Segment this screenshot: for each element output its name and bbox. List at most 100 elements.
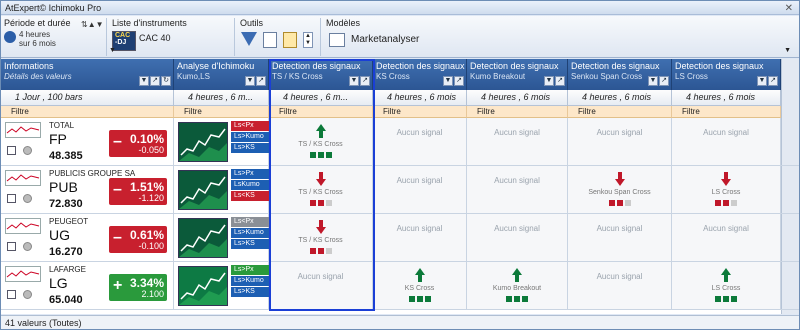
row-checkbox[interactable] — [7, 242, 16, 251]
signal-cell[interactable]: Aucun signal — [373, 118, 467, 165]
column-header-kumo[interactable]: Detection des signaux Kumo Breakout ▼ ↗ — [467, 59, 568, 90]
sort-arrows-icon[interactable]: ⇅▲▼ — [81, 20, 104, 29]
ichimoku-tag: Ls<Px — [231, 121, 269, 131]
signal-cell[interactable]: TS / KS Cross — [269, 118, 373, 165]
last-price: 16.270 — [49, 246, 83, 258]
row-checkbox[interactable] — [7, 290, 16, 299]
ichimoku-cell[interactable]: Ls<Px Ls>Kumo Ls>KS — [174, 214, 269, 261]
ichimoku-tags: Ls<Px Ls>Kumo Ls>KS — [231, 121, 269, 154]
signal-cell[interactable]: Aucun signal — [568, 214, 672, 261]
table-row[interactable]: PUBLICIS GROUPE SA PUB 72.830 – 1.51% -1… — [1, 166, 799, 214]
setting-ts-ks[interactable]: 4 heures , 6 m... — [269, 90, 373, 106]
signal-cell[interactable]: LS Cross — [672, 262, 781, 309]
chevron-down-icon[interactable]: ▼ — [784, 47, 791, 54]
models-group[interactable]: Modèles Marketanalyser ▼ — [323, 18, 797, 56]
filter-icon[interactable]: ▼ — [544, 76, 554, 86]
model-value: Marketanalyser — [351, 34, 420, 45]
arrow-icon[interactable]: ↗ — [256, 76, 266, 86]
filter-icon[interactable]: ▼ — [349, 76, 359, 86]
signal-cell[interactable]: Aucun signal — [672, 118, 781, 165]
setting-kumo[interactable]: 4 heures , 6 mois — [467, 90, 568, 106]
filter-icon[interactable]: ▼ — [245, 76, 255, 86]
row-checkbox[interactable] — [7, 194, 16, 203]
export-icon[interactable] — [283, 32, 297, 48]
signal-cell[interactable]: TS / KS Cross — [269, 214, 373, 261]
column-header-informations[interactable]: Informations Détails des valeurs ▼ ↗ ↻ — [1, 59, 174, 90]
info-cell[interactable]: PEUGEOT UG 16.270 – 0.61% -0.100 — [1, 214, 174, 261]
instruments-group[interactable]: Liste d'instruments CAC -DJ CAC 40 ▼ — [109, 18, 235, 56]
ichimoku-cell[interactable]: Ls>Px Ls>Kumo Ls>KS — [174, 262, 269, 309]
filter-icon[interactable] — [241, 32, 257, 46]
signal-cell[interactable]: KS Cross — [373, 262, 467, 309]
close-icon[interactable]: ✕ — [785, 2, 793, 16]
signal-cell[interactable]: Aucun signal — [568, 118, 672, 165]
tools-group[interactable]: Outils ▲ ▼ — [237, 18, 321, 56]
arrow-icon[interactable]: ↗ — [454, 76, 464, 86]
ichimoku-cell[interactable]: Ls>Px LsKumo Ls<KS — [174, 166, 269, 213]
signal-cell[interactable]: LS Cross — [672, 166, 781, 213]
ichimoku-tags: Ls>Px Ls>Kumo Ls>KS — [231, 265, 269, 298]
column-header-ts-ks[interactable]: Detection des signaux TS / KS Cross ▼ ↗ — [269, 59, 373, 90]
signal-cell[interactable]: Aucun signal — [269, 262, 373, 309]
setting-ichimoku[interactable]: 4 heures , 6 m... — [174, 90, 269, 106]
arrow-icon[interactable]: ↗ — [659, 76, 669, 86]
period-group[interactable]: Période et durée 4 heures sur 6 mois ⇅▲▼ — [1, 18, 107, 56]
signal-cell[interactable]: TS / KS Cross — [269, 166, 373, 213]
signal-text: Aucun signal — [596, 272, 643, 281]
ichimoku-cell[interactable]: Ls<Px Ls>Kumo Ls>KS — [174, 118, 269, 165]
filter-icon[interactable]: ▼ — [648, 76, 658, 86]
change-badge: + 3.34% 2.100 — [109, 274, 167, 301]
spinner-icon[interactable]: ▲ ▼ — [303, 32, 313, 48]
signal-cell[interactable]: Aucun signal — [467, 166, 568, 213]
table-row[interactable]: PEUGEOT UG 16.270 – 0.61% -0.100 Ls<Px Ls… — [1, 214, 799, 262]
arrow-icon[interactable]: ↗ — [555, 76, 565, 86]
signal-cell[interactable]: Senkou Span Cross — [568, 166, 672, 213]
column-header-ks[interactable]: Detection des signaux KS Cross ▼ ↗ — [373, 59, 467, 90]
info-cell[interactable]: PUBLICIS GROUPE SA PUB 72.830 – 1.51% -1… — [1, 166, 174, 213]
table-row[interactable]: TOTAL FP 48.385 – 0.10% -0.050 Ls<Px Ls>K… — [1, 118, 799, 166]
setting-ls[interactable]: 4 heures , 6 mois — [672, 90, 781, 106]
filter-icon[interactable]: ▼ — [139, 76, 149, 86]
signal-cell[interactable]: Kumo Breakout — [467, 262, 568, 309]
info-cell[interactable]: TOTAL FP 48.385 – 0.10% -0.050 — [1, 118, 174, 165]
filter-row-ks[interactable]: Filtre — [373, 106, 467, 118]
arrow-icon[interactable]: ↗ — [150, 76, 160, 86]
filter-row-informations[interactable]: Filtre — [1, 106, 174, 118]
filter-row-kumo[interactable]: Filtre — [467, 106, 568, 118]
change-badge: – 0.10% -0.050 — [109, 130, 167, 157]
column-header-ichimoku[interactable]: Analyse d'Ichimoku Kumo,LS ▼ ↗ — [174, 59, 269, 90]
signal-cell[interactable]: Aucun signal — [467, 214, 568, 261]
row-checkbox[interactable] — [7, 146, 16, 155]
filter-row-senkou[interactable]: Filtre — [568, 106, 672, 118]
filter-row-ls[interactable]: Filtre — [672, 106, 781, 118]
chevron-down-icon[interactable]: ▼ — [109, 47, 116, 54]
arrow-icon[interactable]: ↗ — [360, 76, 370, 86]
setting-ks[interactable]: 4 heures , 6 mois — [373, 90, 467, 106]
setting-informations[interactable]: 1 Jour , 100 bars — [1, 90, 174, 106]
signal-cell[interactable]: Aucun signal — [373, 214, 467, 261]
signal-cell[interactable]: Aucun signal — [373, 166, 467, 213]
signal-cell[interactable]: Aucun signal — [672, 214, 781, 261]
column-header-senkou[interactable]: Detection des signaux Senkou Span Cross … — [568, 59, 672, 90]
app-title: AtExpert© Ichimoku Pro — [5, 3, 102, 13]
filter-row-ts-ks[interactable]: Filtre — [269, 106, 373, 118]
signal-label: TS / KS Cross — [298, 237, 343, 244]
strength-squares — [373, 296, 466, 302]
setting-senkou[interactable]: 4 heures , 6 mois — [568, 90, 672, 106]
info-cell[interactable]: LAFARGE LG 65.040 + 3.34% 2.100 — [1, 262, 174, 309]
signal-text: Aucun signal — [703, 128, 749, 137]
ichimoku-tag: Ls>Kumo — [231, 228, 269, 238]
column-header-ls[interactable]: Detection des signaux LS Cross ▼ ↗ — [672, 59, 781, 90]
filter-row-ichimoku[interactable]: Filtre — [174, 106, 269, 118]
filter-icon[interactable]: ▼ — [757, 76, 767, 86]
list-icon[interactable] — [263, 32, 277, 48]
sparkline-icon — [5, 122, 41, 138]
arrow-icon[interactable]: ↗ — [768, 76, 778, 86]
table-row[interactable]: LAFARGE LG 65.040 + 3.34% 2.100 Ls>Px Ls>… — [1, 262, 799, 310]
strength-squares — [269, 152, 372, 158]
signal-cell[interactable]: Aucun signal — [467, 118, 568, 165]
signal-cell[interactable]: Aucun signal — [568, 262, 672, 309]
table-icon — [329, 33, 345, 47]
refresh-icon[interactable]: ↻ — [161, 76, 171, 86]
filter-icon[interactable]: ▼ — [443, 76, 453, 86]
